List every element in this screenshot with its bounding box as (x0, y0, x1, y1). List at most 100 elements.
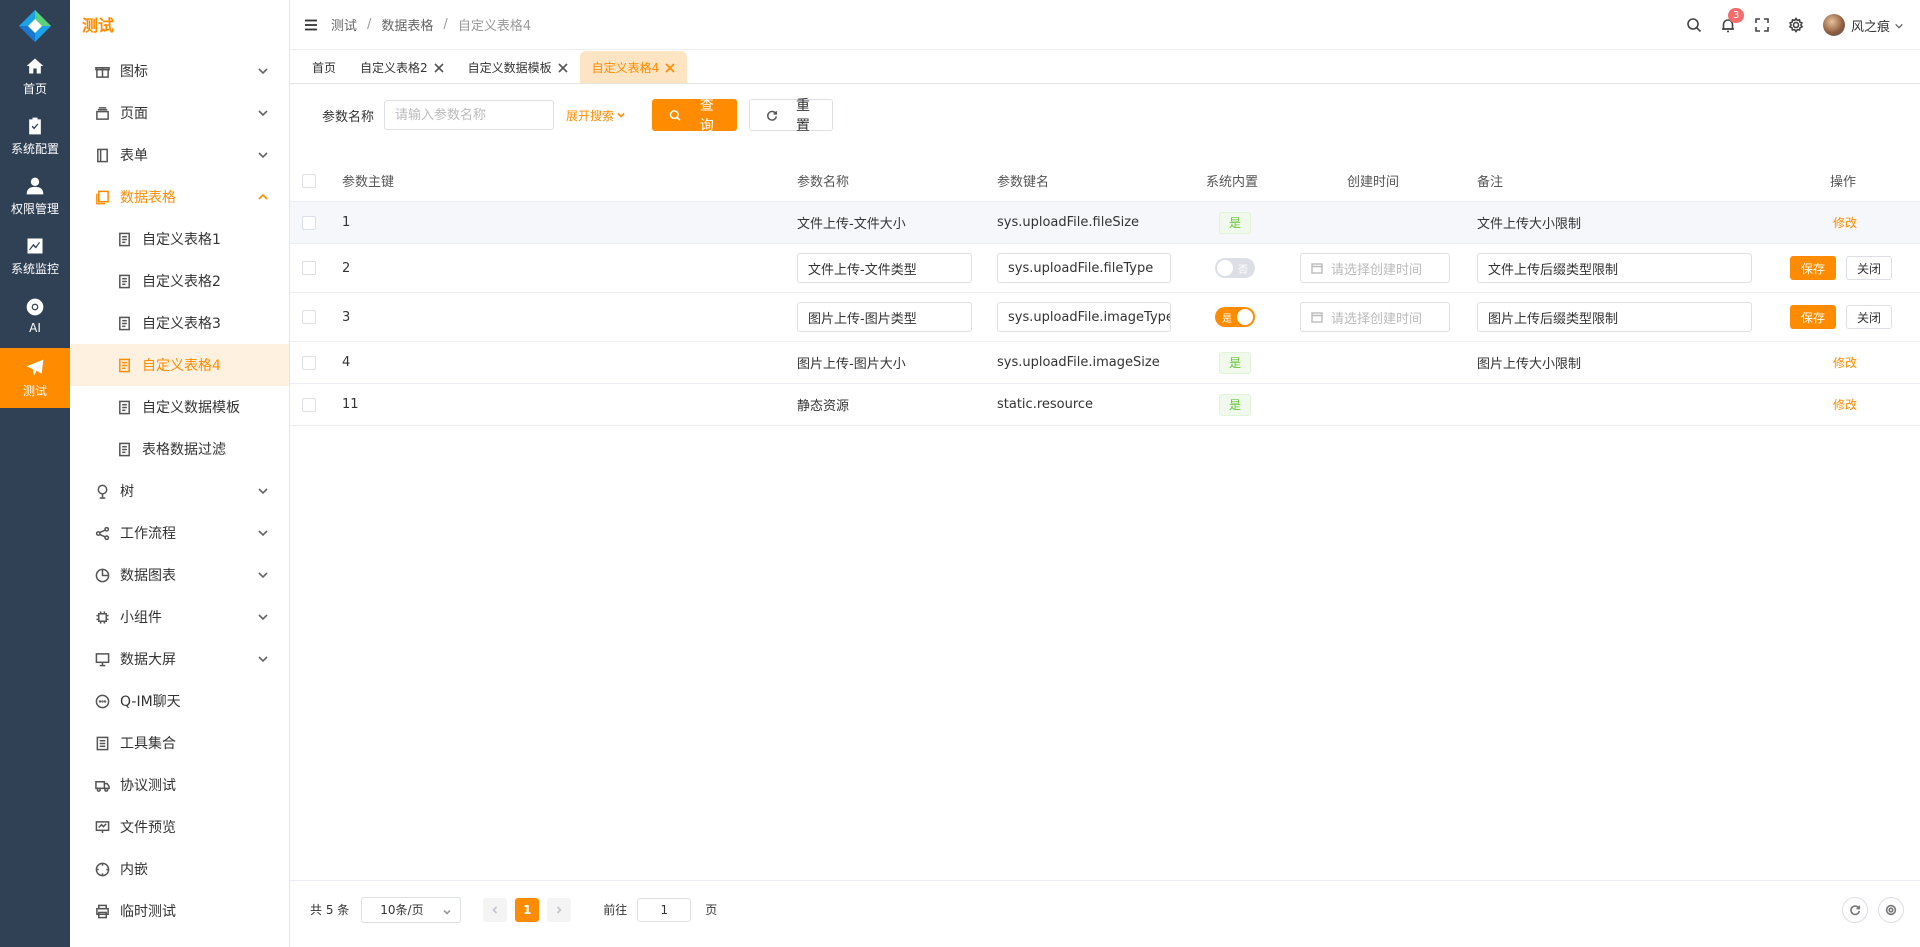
fullscreen-icon[interactable] (1754, 17, 1770, 33)
row-checkbox[interactable] (302, 355, 316, 370)
select-all-checkbox[interactable] (302, 173, 316, 188)
remark-edit-input[interactable]: 图片上传后缀类型限制 (1477, 302, 1752, 332)
sidebar-item-file-preview[interactable]: 文件预览 (70, 806, 289, 848)
rail-item-ai[interactable]: AI (0, 286, 70, 346)
sidebar-item-custom-table-4[interactable]: 自定义表格4 (70, 344, 289, 386)
row-checkbox[interactable] (302, 310, 316, 324)
sidebar-item-icons[interactable]: 图标 (70, 50, 289, 92)
user-name[interactable]: 风之痕 (1851, 16, 1890, 35)
create-time-picker[interactable]: 请选择创建时间 (1300, 302, 1450, 332)
close-icon[interactable] (434, 62, 444, 73)
tab-home[interactable]: 首页 (300, 51, 348, 83)
chevron-down-icon (257, 107, 269, 119)
row-checkbox[interactable] (302, 261, 316, 275)
key-edit-input[interactable]: sys.uploadFile.imageType (997, 302, 1171, 332)
breadcrumb-item[interactable]: 数据表格 (381, 15, 433, 34)
next-page-button[interactable] (547, 897, 572, 922)
column-header: 参数键名 (997, 175, 1050, 190)
tree-icon (94, 483, 110, 499)
goto-page-input[interactable]: 1 (637, 897, 692, 922)
sidebar-item-custom-table-2[interactable]: 自定义表格2 (70, 260, 289, 302)
sidebar-item-custom-table-1[interactable]: 自定义表格1 (70, 218, 289, 260)
gear-icon[interactable] (1788, 17, 1804, 33)
cell-id: 11 (342, 397, 359, 412)
name-edit-input[interactable]: 图片上传-图片类型 (797, 302, 972, 332)
builtin-tag: 是 (1219, 211, 1252, 234)
page-number-current[interactable]: 1 (515, 897, 540, 922)
search-icon[interactable] (1686, 17, 1702, 33)
sidebar-item-data-screen[interactable]: 数据大屏 (70, 638, 289, 680)
row-checkbox[interactable] (302, 215, 316, 230)
bell-icon[interactable]: 3 (1720, 8, 1745, 33)
sidebar-item-widgets[interactable]: 小组件 (70, 596, 289, 638)
rail-item-permission[interactable]: 权限管理 (0, 166, 70, 226)
sidebar-item-temp-test[interactable]: 临时测试 (70, 890, 289, 932)
close-button[interactable]: 关闭 (1846, 305, 1893, 329)
gear-icon[interactable] (1878, 897, 1904, 923)
sidebar-item-protocol-test[interactable]: 协议测试 (70, 764, 289, 806)
sidebar-item-custom-table-3[interactable]: 自定义表格3 (70, 302, 289, 344)
sidebar-item-table-filter[interactable]: 表格数据过滤 (70, 428, 289, 470)
home-icon (26, 58, 44, 73)
sidebar-item-tool-collection[interactable]: 工具集合 (70, 722, 289, 764)
rail-item-monitor[interactable]: 系统监控 (0, 226, 70, 286)
save-button[interactable]: 保存 (1790, 305, 1837, 329)
cell-key: sys.uploadFile.fileSize (997, 215, 1140, 230)
rail-item-test[interactable]: 测试 (0, 348, 70, 408)
sidebar-item-forms[interactable]: 表单 (70, 134, 289, 176)
param-name-input[interactable] (384, 100, 555, 130)
close-icon[interactable] (558, 62, 568, 73)
expand-search-link[interactable]: 展开搜索 (566, 107, 626, 124)
edit-link[interactable]: 修改 (1833, 214, 1857, 231)
cell-remark: 图片上传大小限制 (1477, 357, 1582, 372)
create-time-picker[interactable]: 请选择创建时间 (1300, 253, 1450, 283)
sidebar-item-tree[interactable]: 树 (70, 470, 289, 512)
tab-custom-data-template[interactable]: 自定义数据模板 (456, 51, 580, 83)
page-size-select[interactable]: 10条/页 (361, 896, 462, 923)
sidebar-item-data-table[interactable]: 数据表格 (70, 176, 289, 218)
query-button[interactable]: 查询 (652, 98, 738, 134)
chevron-down-icon (257, 149, 269, 161)
sidebar-item-workflow[interactable]: 工作流程 (70, 512, 289, 554)
prev-page-button[interactable] (483, 897, 508, 922)
builtin-switch[interactable]: 是 (1215, 307, 1255, 327)
chevron-down-icon (257, 653, 269, 665)
menu-toggle-icon[interactable] (303, 17, 319, 33)
breadcrumb-item[interactable]: 测试 (331, 15, 357, 34)
cell-name: 文件上传-文件大小 (797, 217, 906, 232)
reset-button[interactable]: 重置 (749, 98, 834, 134)
row-checkbox[interactable] (302, 397, 316, 412)
sidebar-item-pages[interactable]: 页面 (70, 92, 289, 134)
save-button[interactable]: 保存 (1790, 256, 1837, 280)
table-row: 4 图片上传-图片大小 sys.uploadFile.imageSize 是 图… (290, 342, 1920, 384)
remark-edit-input[interactable]: 文件上传后缀类型限制 (1477, 253, 1752, 283)
edit-link[interactable]: 修改 (1833, 354, 1857, 371)
rail-item-home[interactable]: 首页 (0, 46, 70, 106)
refresh-icon[interactable] (1842, 897, 1868, 923)
close-icon[interactable] (665, 62, 675, 73)
table-row: 11 静态资源 static.resource 是 修改 (290, 384, 1920, 426)
rail-item-system-config[interactable]: 系统配置 (0, 106, 70, 166)
tab-custom-table-2[interactable]: 自定义表格2 (348, 51, 456, 83)
chat-icon (94, 693, 110, 709)
sidebar-item-embed[interactable]: 内嵌 (70, 848, 289, 890)
close-button[interactable]: 关闭 (1846, 256, 1893, 280)
table-header: 参数主键 参数名称 参数键名 系统内置 创建时间 备注 操作 (290, 160, 1920, 202)
cell-key: sys.uploadFile.imageSize (997, 355, 1160, 370)
builtin-switch[interactable]: 否 (1215, 258, 1255, 278)
cell-id: 3 (342, 309, 351, 325)
chart-icon (27, 238, 43, 253)
chevron-down-icon[interactable] (1894, 20, 1904, 30)
user-icon (26, 177, 44, 194)
sidebar-item-qim-chat[interactable]: Q-IM聊天 (70, 680, 289, 722)
gift-icon (94, 63, 110, 79)
edit-link[interactable]: 修改 (1833, 396, 1857, 413)
key-edit-input[interactable]: sys.uploadFile.fileType (997, 253, 1171, 283)
layers-icon (94, 105, 110, 121)
sidebar-item-data-charts[interactable]: 数据图表 (70, 554, 289, 596)
cell-id: 1 (342, 215, 351, 230)
avatar[interactable] (1822, 14, 1845, 36)
sidebar-item-custom-data-template[interactable]: 自定义数据模板 (70, 386, 289, 428)
name-edit-input[interactable]: 文件上传-文件类型 (797, 253, 972, 283)
tab-custom-table-4[interactable]: 自定义表格4 (579, 51, 688, 83)
